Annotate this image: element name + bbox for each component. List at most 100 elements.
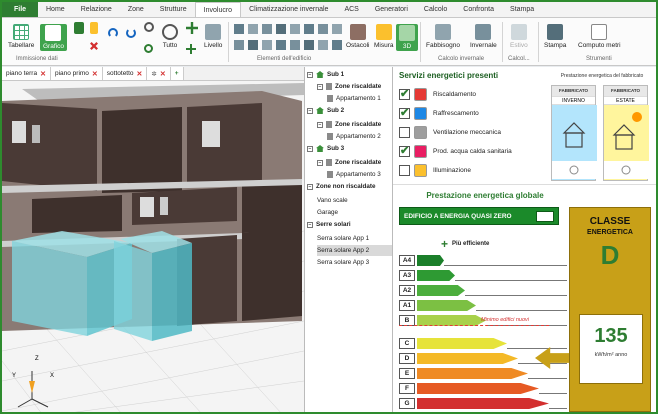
service-checkbox[interactable] <box>399 164 410 176</box>
tab-piano-terra[interactable]: piano terra ✕ <box>2 67 51 80</box>
service-checkbox[interactable] <box>399 144 410 157</box>
undo-button[interactable] <box>108 28 118 40</box>
tree-item[interactable]: − Serre solari <box>307 219 351 230</box>
classe-subtitle: ENERGETICA <box>587 229 633 236</box>
nzeb-checkbox[interactable] <box>536 211 554 222</box>
tab-home[interactable]: Home <box>38 2 73 17</box>
tree-item[interactable]: − Sub 3 <box>307 143 344 154</box>
wall-icon[interactable] <box>234 24 244 34</box>
ribbon: Tabellare Grafico Tutto Livello Ostacoli… <box>2 18 656 66</box>
tab-stampa[interactable]: Stampa <box>502 2 542 17</box>
delete-tool-button[interactable] <box>90 42 98 52</box>
estivo-button[interactable]: Estivo <box>510 24 528 49</box>
tab-sottotetto[interactable]: sottotetto ✕ <box>102 67 148 80</box>
livello-button[interactable]: Livello <box>204 24 222 49</box>
draw-tool-button[interactable] <box>90 22 98 36</box>
tab-acs[interactable]: ACS <box>336 2 366 17</box>
window-icon[interactable] <box>262 40 272 50</box>
view-3d-button[interactable]: 3D <box>396 24 418 51</box>
select-tool-button[interactable] <box>74 22 84 36</box>
target-icon <box>144 44 153 53</box>
collapse-icon[interactable]: − <box>317 159 323 166</box>
tree-item[interactable]: Serra solare App 2 <box>317 245 392 256</box>
door-icon[interactable] <box>290 40 300 50</box>
energy-class-bar <box>417 300 476 311</box>
tree-item[interactable]: Garage <box>317 207 338 218</box>
close-icon[interactable]: ✕ <box>92 70 98 78</box>
misura-button[interactable]: Misura <box>374 24 394 49</box>
stampa-button[interactable]: Stampa <box>544 24 566 49</box>
service-checkbox[interactable] <box>399 87 410 100</box>
tree-item[interactable]: − Zone riscaldate <box>317 81 381 92</box>
tabellare-button[interactable]: Tabellare <box>8 24 34 49</box>
roof-icon[interactable] <box>318 40 328 50</box>
bridge-icon[interactable] <box>332 24 342 34</box>
apartment-icon <box>327 133 333 140</box>
tree-item[interactable]: − Zone riscaldate <box>317 119 381 130</box>
collapse-icon[interactable]: − <box>307 221 313 228</box>
tab-confronta[interactable]: Confronta <box>455 2 502 17</box>
redo-button[interactable] <box>126 28 136 40</box>
collapse-icon[interactable]: − <box>317 121 323 128</box>
collapse-icon[interactable]: − <box>307 71 313 78</box>
collapse-icon[interactable]: − <box>317 83 323 90</box>
roof-icon[interactable] <box>318 24 328 34</box>
column-icon[interactable] <box>276 24 286 34</box>
tree-item[interactable]: − Sub 1 <box>307 69 344 80</box>
move-button[interactable] <box>186 22 198 36</box>
collapse-icon[interactable]: − <box>307 145 313 152</box>
grafico-button[interactable]: Grafico <box>40 24 67 51</box>
tree-item[interactable]: − Zone non riscaldate <box>307 181 375 192</box>
tab-climatizzazione[interactable]: Climatizzazione invernale <box>241 2 336 17</box>
tab-calcolo[interactable]: Calcolo <box>416 2 455 17</box>
add-view-tab[interactable]: + <box>170 67 184 80</box>
tree-item[interactable]: Appartamento 1 <box>327 93 381 104</box>
tutto-label: Tutto <box>162 42 178 49</box>
tutto-button[interactable]: Tutto <box>162 24 178 49</box>
tree-item[interactable]: Appartamento 3 <box>327 169 381 180</box>
tree-item[interactable]: − Sub 2 <box>307 105 344 116</box>
tree-item[interactable]: Serra solare App 3 <box>317 257 369 268</box>
tab-generatori[interactable]: Generatori <box>367 2 416 17</box>
wall-icon[interactable] <box>248 40 258 50</box>
close-icon[interactable]: ✕ <box>160 70 166 78</box>
file-menu[interactable]: File <box>2 2 38 17</box>
tab-strutture[interactable]: Strutture <box>152 2 195 17</box>
tree-item-label: Zone riscaldate <box>335 121 382 128</box>
tree-item[interactable]: Vano scale <box>317 195 348 206</box>
fabbisogno-button[interactable]: Fabbisogno <box>426 24 460 49</box>
calculator-icon <box>510 24 527 40</box>
service-checkbox[interactable] <box>399 106 410 119</box>
wall-icon[interactable] <box>234 40 244 50</box>
column-icon[interactable] <box>276 40 286 50</box>
door-icon[interactable] <box>290 24 300 34</box>
energy-class-bar <box>417 398 549 409</box>
window-icon[interactable] <box>262 24 272 34</box>
wall-icon[interactable] <box>248 24 258 34</box>
tab-involucro[interactable]: Involucro <box>194 2 242 17</box>
target-button[interactable] <box>144 44 153 55</box>
bridge-icon[interactable] <box>332 40 342 50</box>
tab-piano-primo[interactable]: piano primo ✕ <box>50 67 103 80</box>
close-icon[interactable]: ✕ <box>40 70 46 78</box>
ostacoli-button[interactable]: Ostacoli <box>346 24 369 49</box>
tab-zone[interactable]: Zone <box>120 2 152 17</box>
collapse-icon[interactable]: − <box>307 107 313 114</box>
close-icon[interactable]: ✕ <box>137 70 143 78</box>
floor-icon[interactable] <box>304 24 314 34</box>
service-checkbox[interactable] <box>399 126 410 138</box>
tree-item[interactable]: − Zone riscaldate <box>317 157 381 168</box>
tree-item[interactable]: Serra solare App 1 <box>317 233 369 244</box>
3d-viewport[interactable]: Z Y X <box>2 81 304 412</box>
floor-icon[interactable] <box>304 40 314 50</box>
tree-item-label: Zone riscaldate <box>335 159 382 166</box>
ribbon-separator <box>538 22 539 62</box>
collapse-icon[interactable]: − <box>307 183 313 190</box>
tree-item[interactable]: Appartamento 2 <box>327 131 381 142</box>
zoom-button[interactable] <box>144 22 154 34</box>
tab-relazione[interactable]: Relazione <box>73 2 120 17</box>
invernale-button[interactable]: Invernale <box>470 24 497 49</box>
settings-tab[interactable]: ✲ ✕ <box>147 67 171 80</box>
computo-button[interactable]: Computo metri <box>578 24 621 49</box>
pan-button[interactable] <box>186 44 196 56</box>
